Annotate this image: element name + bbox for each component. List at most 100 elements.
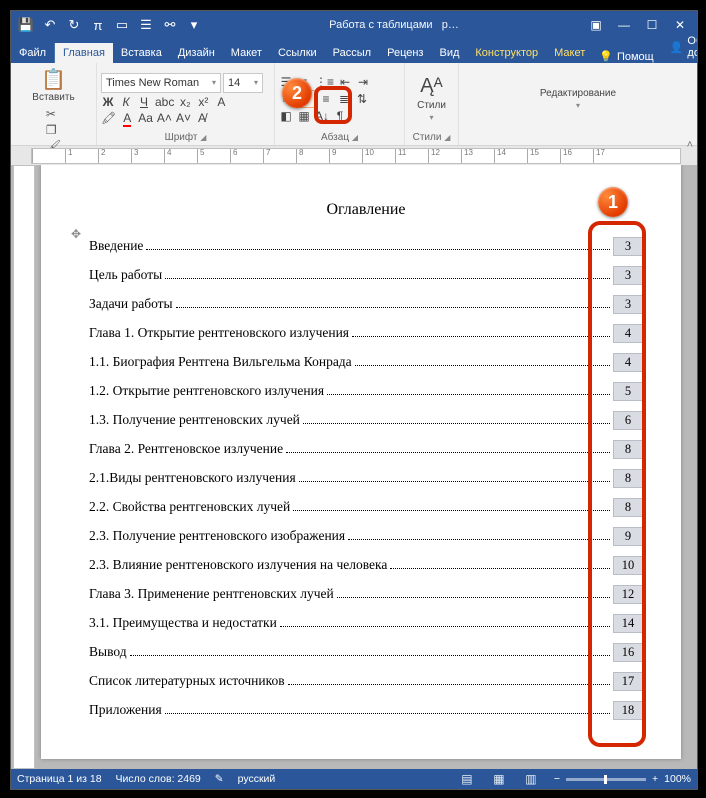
tab-table-design[interactable]: Конструктор: [467, 43, 546, 63]
zoom-in-icon[interactable]: +: [652, 773, 658, 785]
toc-row: 2.3. Влияние рентгеновского излучения на…: [89, 556, 643, 575]
editing-button[interactable]: Редактирование▾: [463, 86, 693, 112]
toc-row: 2.3. Получение рентгеновского изображени…: [89, 527, 643, 546]
superscript-icon[interactable]: x²: [196, 95, 210, 109]
cut-icon[interactable]: ✂: [46, 107, 61, 121]
toc-entry-text: 2.3. Влияние рентгеновского излучения на…: [89, 557, 387, 573]
increase-indent-icon[interactable]: ⇥: [356, 75, 370, 89]
open-icon[interactable]: ☰: [135, 14, 157, 36]
toc-leader-dots: [286, 452, 610, 453]
callout-badge-1: 1: [598, 187, 628, 217]
qat-more-icon[interactable]: ▾: [183, 14, 205, 36]
redo-icon[interactable]: ↻: [63, 14, 85, 36]
tab-mailings[interactable]: Рассыл: [325, 43, 379, 63]
tab-file[interactable]: Файл: [11, 43, 55, 63]
minimize-icon[interactable]: ―: [611, 14, 637, 36]
tab-layout[interactable]: Макет: [223, 43, 270, 63]
toc-leader-dots: [299, 481, 610, 482]
font-color-icon[interactable]: A: [120, 111, 134, 125]
strike-icon[interactable]: abc: [155, 95, 174, 109]
tab-home[interactable]: Главная: [55, 43, 113, 63]
toc-title: Оглавление: [89, 201, 643, 219]
window-context-title: Работа с таблицами р…: [207, 19, 581, 31]
font-size-combo[interactable]: 14▾: [223, 73, 263, 93]
web-layout-icon[interactable]: ▥: [522, 772, 540, 786]
underline-icon[interactable]: Ч: [137, 95, 151, 109]
toc-entry-text: 1.1. Биография Рентгена Вильгельма Конра…: [89, 354, 352, 370]
ribbon: 📋Вставить ✂ ❐ 🖌 Буфер обмена ◢ Times New…: [11, 63, 697, 146]
toc-row: Вывод16: [89, 643, 643, 662]
collapse-ribbon-icon[interactable]: ˄: [687, 139, 693, 151]
toc-entry-text: 2.3. Получение рентгеновского изображени…: [89, 528, 345, 544]
tab-references[interactable]: Ссылки: [270, 43, 325, 63]
styles-icon: Ąᴬ: [420, 75, 442, 98]
share-button[interactable]: 👤 Общий доступ: [660, 31, 698, 63]
horizontal-ruler[interactable]: 1234567891011121314151617: [31, 148, 681, 164]
toc-leader-dots: [303, 423, 610, 424]
shading-icon[interactable]: ◧: [279, 109, 293, 123]
callout-box-2: [314, 86, 352, 124]
tell-me[interactable]: 💡 Помощ: [593, 50, 659, 63]
styles-button[interactable]: ĄᴬСтили▾: [409, 73, 454, 124]
shrink-font-icon[interactable]: A˅: [176, 111, 191, 125]
link-icon[interactable]: ⚯: [159, 14, 181, 36]
change-case-icon[interactable]: Aa: [138, 111, 153, 125]
quick-access-toolbar: 💾 ↶ ↻ π ▭ ☰ ⚯ ▾: [15, 14, 205, 36]
toc-leader-dots: [337, 597, 610, 598]
new-icon[interactable]: ▭: [111, 14, 133, 36]
toc-row: Глава 3. Применение рентгеновских лучей1…: [89, 585, 643, 604]
status-words[interactable]: Число слов: 2469: [116, 773, 201, 785]
ribbon-tabs: Файл Главная Вставка Дизайн Макет Ссылки…: [11, 39, 697, 63]
borders-icon[interactable]: ▦: [297, 109, 311, 123]
toc-row: 1.2. Открытие рентгеновского излучения5: [89, 382, 643, 401]
toc-leader-dots: [165, 278, 610, 279]
pi-icon[interactable]: π: [87, 14, 109, 36]
clear-format-icon[interactable]: A̸: [195, 111, 209, 125]
toc-leader-dots: [146, 249, 610, 250]
title-bar: 💾 ↶ ↻ π ▭ ☰ ⚯ ▾ Работа с таблицами р… ▣ …: [11, 11, 697, 39]
ribbon-options-icon[interactable]: ▣: [583, 14, 609, 36]
font-name-combo[interactable]: Times New Roman▾: [101, 73, 221, 93]
tab-insert[interactable]: Вставка: [113, 43, 170, 63]
toc-entry-text: 2.2. Свойства рентгеновских лучей: [89, 499, 290, 515]
toc-entry-text: Вывод: [89, 644, 127, 660]
grow-font-icon[interactable]: A˄: [157, 111, 172, 125]
bold-icon[interactable]: Ж: [101, 95, 115, 109]
toc-row: Задачи работы3: [89, 295, 643, 314]
tab-review[interactable]: Реценз: [379, 43, 431, 63]
toc-row: 1.1. Биография Рентгена Вильгельма Конра…: [89, 353, 643, 372]
subscript-icon[interactable]: x₂: [178, 95, 192, 109]
toc-entry-text: Глава 2. Рентгеновское излучение: [89, 441, 283, 457]
toc-leader-dots: [288, 684, 610, 685]
tab-design[interactable]: Дизайн: [170, 43, 223, 63]
status-page[interactable]: Страница 1 из 18: [17, 773, 102, 785]
print-layout-icon[interactable]: ▦: [490, 772, 508, 786]
copy-icon[interactable]: ❐: [46, 123, 61, 137]
table-anchor-icon[interactable]: ✥: [71, 227, 81, 242]
tab-table-layout[interactable]: Макет: [546, 43, 593, 63]
toc-row: Приложения18: [89, 701, 643, 720]
read-mode-icon[interactable]: ▤: [458, 772, 476, 786]
undo-icon[interactable]: ↶: [39, 14, 61, 36]
callout-box-1: [588, 221, 646, 747]
zoom-out-icon[interactable]: −: [554, 773, 560, 785]
toc-entry-text: Цель работы: [89, 267, 162, 283]
zoom-slider[interactable]: [566, 778, 646, 781]
group-paragraph-label: Абзац ◢: [279, 132, 400, 145]
status-language[interactable]: русский: [238, 773, 276, 785]
document-page[interactable]: ✥ Оглавление Введение3Цель работы3Задачи…: [41, 165, 681, 759]
highlight-icon[interactable]: 🖍: [101, 111, 116, 125]
tab-view[interactable]: Вид: [431, 43, 467, 63]
callout-badge-2: 2: [282, 78, 312, 108]
zoom-level[interactable]: 100%: [664, 773, 691, 785]
toc-row: Глава 1. Открытие рентгеновского излучен…: [89, 324, 643, 343]
toc-entry-text: Глава 1. Открытие рентгеновского излучен…: [89, 325, 349, 341]
italic-icon[interactable]: К: [119, 95, 133, 109]
status-proofing-icon[interactable]: ✎: [215, 773, 224, 785]
toc-leader-dots: [348, 539, 610, 540]
text-effects-icon[interactable]: A: [214, 95, 228, 109]
save-icon[interactable]: 💾: [15, 14, 37, 36]
paste-button[interactable]: 📋Вставить: [28, 65, 78, 105]
vertical-ruler[interactable]: [13, 165, 35, 769]
line-spacing-icon[interactable]: ⇅: [355, 92, 369, 106]
